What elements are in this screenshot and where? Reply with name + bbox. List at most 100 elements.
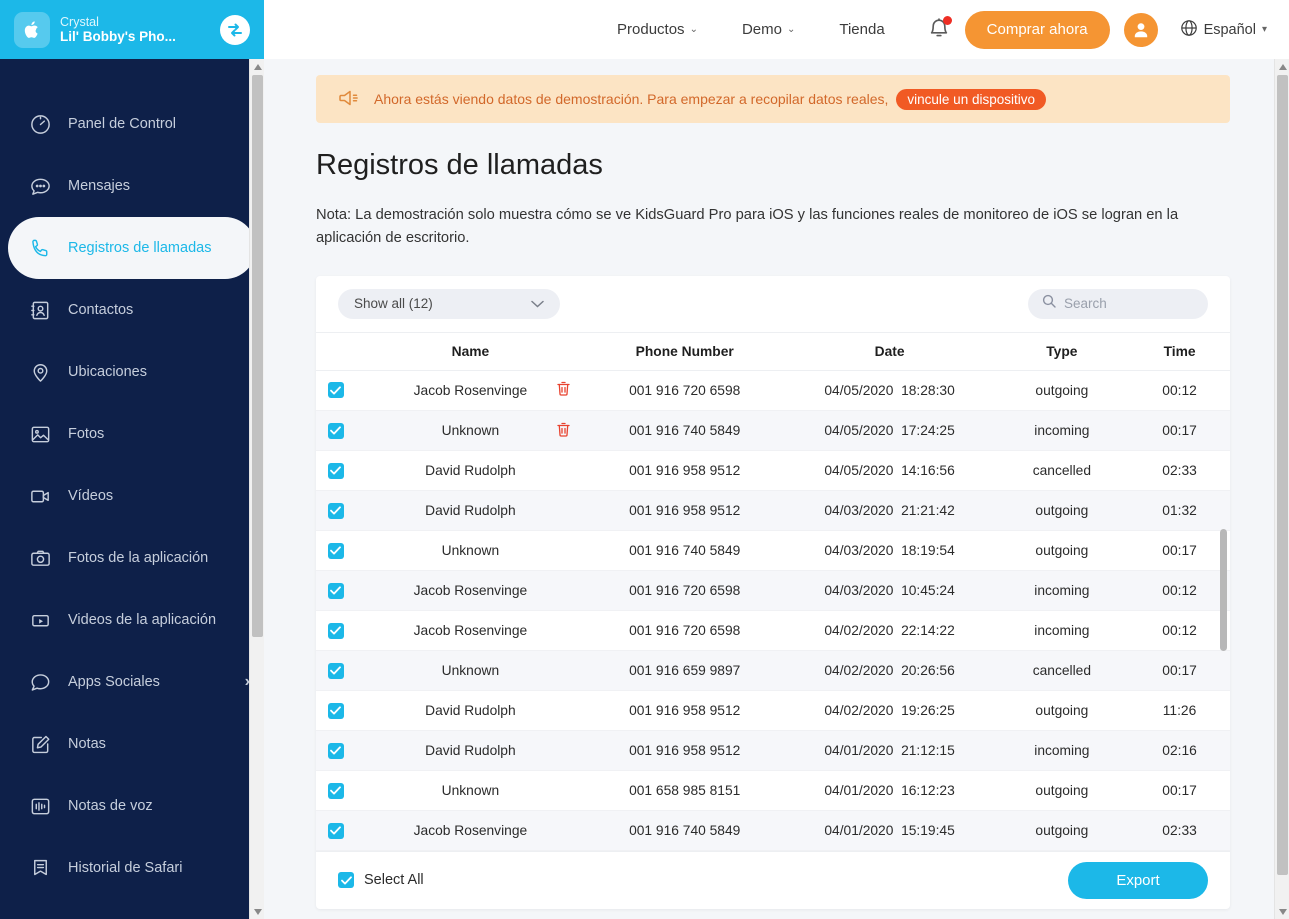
- row-checkbox-cell[interactable]: [316, 571, 356, 611]
- row-checkbox-cell[interactable]: [316, 531, 356, 571]
- row-checkbox[interactable]: [327, 422, 344, 439]
- table-body-scroll[interactable]: Jacob Rosenvinge 001 916 720 6598 04/05/20…: [316, 371, 1230, 851]
- language-selector[interactable]: Español ▾: [1180, 19, 1267, 41]
- row-date: 04/01/2020: [824, 783, 894, 799]
- sidebar-item-label: Registros de llamadas: [68, 239, 212, 256]
- row-checkbox[interactable]: [327, 582, 344, 599]
- table-row[interactable]: Unknown 001 916 659 9897 04/02/2020 20:26:…: [316, 650, 1230, 691]
- sidebar-item-notas[interactable]: Notas: [0, 713, 264, 775]
- th-phone: Phone Number: [584, 331, 785, 371]
- cell-name: Unknown: [356, 531, 585, 571]
- scroll-up-arrow-icon[interactable]: [250, 59, 265, 74]
- select-all-control[interactable]: Select All: [338, 872, 424, 889]
- sidebar-item-label: Fotos de la aplicación: [68, 549, 209, 566]
- table-row[interactable]: Jacob Rosenvinge 001 916 720 6598 04/02/20…: [316, 611, 1230, 651]
- sidebar-item-ubicaciones[interactable]: Ubicaciones: [0, 341, 264, 403]
- cell-duration: 01:32: [1162, 503, 1197, 519]
- row-date: 04/01/2020: [824, 823, 894, 839]
- sidebar-item-mensajes[interactable]: Mensajes: [0, 155, 264, 217]
- table-row[interactable]: Unknown 001 916 740 5849 04/03/2020 18:19:…: [316, 531, 1230, 571]
- delete-row-icon[interactable]: [556, 381, 571, 400]
- row-checkbox[interactable]: [327, 502, 344, 519]
- row-checkbox-cell[interactable]: [316, 691, 356, 731]
- search-input[interactable]: [1064, 296, 1194, 312]
- select-all-label: Select All: [364, 872, 424, 889]
- row-checkbox-cell[interactable]: [316, 411, 356, 451]
- export-button[interactable]: Export: [1068, 861, 1208, 899]
- sidebar-item-historial-de-safari[interactable]: Historial de Safari: [0, 837, 264, 899]
- row-checkbox-cell[interactable]: [316, 771, 356, 811]
- sidebar-scrollbar[interactable]: [249, 59, 264, 919]
- scroll-down-arrow-icon[interactable]: [1275, 904, 1289, 919]
- row-checkbox[interactable]: [327, 542, 344, 559]
- row-checkbox-cell[interactable]: [316, 651, 356, 691]
- table-row[interactable]: Unknown 001 658 985 8151 04/01/2020 16:12:…: [316, 771, 1230, 811]
- table-row[interactable]: David Rudolph 001 916 958 9512 04/02/2020 …: [316, 691, 1230, 731]
- sidebar-item-notas-de-voz[interactable]: Notas de voz: [0, 775, 264, 837]
- row-name: Unknown: [441, 783, 500, 799]
- row-name: Unknown: [441, 663, 500, 679]
- sidebar-item-panel-de-control[interactable]: Panel de Control: [0, 93, 264, 155]
- swap-device-icon[interactable]: [220, 14, 250, 45]
- nav-item-productos[interactable]: Productos ⌄: [595, 21, 720, 38]
- sidebar-item-registros-de-llamadas[interactable]: Registros de llamadas: [8, 217, 256, 279]
- row-checkbox-cell[interactable]: [316, 731, 356, 771]
- row-checkbox[interactable]: [327, 462, 344, 479]
- user-avatar-icon[interactable]: [1123, 12, 1158, 47]
- page-title: Registros de llamadas: [316, 149, 603, 181]
- row-checkbox[interactable]: [327, 662, 344, 679]
- sidebar-item-apps-sociales[interactable]: Apps Sociales ›: [0, 651, 264, 713]
- page-scrollbar[interactable]: [1274, 59, 1289, 919]
- row-checkbox[interactable]: [327, 822, 344, 839]
- table-scrollbar-thumb[interactable]: [1220, 528, 1227, 651]
- select-all-checkbox[interactable]: [338, 872, 354, 889]
- row-name: Jacob Rosenvinge: [413, 583, 528, 599]
- row-name: Unknown: [441, 543, 500, 559]
- row-checkbox[interactable]: [327, 702, 344, 719]
- row-checkbox-cell[interactable]: [316, 811, 356, 851]
- sidebar-item-contactos[interactable]: Contactos: [0, 279, 264, 341]
- page-scrollbar-thumb[interactable]: [1277, 75, 1288, 875]
- sidebar-item-label: Panel de Control: [68, 115, 177, 132]
- cell-name: David Rudolph: [356, 491, 585, 531]
- table-row[interactable]: David Rudolph 001 916 958 9512 04/03/2020 …: [316, 490, 1230, 531]
- table-row[interactable]: Jacob Rosenvinge 001 916 720 6598 04/03/20…: [316, 570, 1230, 611]
- call-logs-table: Jacob Rosenvinge 001 916 720 6598 04/05/20…: [316, 371, 1230, 851]
- messages-icon: [28, 174, 52, 198]
- table-row[interactable]: David Rudolph 001 916 958 9512 04/05/2020 …: [316, 451, 1230, 491]
- nav-item-tienda[interactable]: Tienda: [817, 21, 906, 38]
- scroll-up-arrow-icon[interactable]: [1275, 59, 1289, 74]
- notification-bell-icon[interactable]: [927, 15, 952, 43]
- table-scrollbar[interactable]: [1220, 371, 1227, 851]
- delete-row-icon[interactable]: [556, 421, 571, 440]
- row-checkbox-cell[interactable]: [316, 371, 356, 411]
- table-row[interactable]: Jacob Rosenvinge 001 916 740 5849 04/01/20…: [316, 810, 1230, 851]
- row-checkbox[interactable]: [327, 382, 344, 399]
- filter-select[interactable]: Show all (12): [338, 288, 560, 319]
- nav-item-demo[interactable]: Demo ⌄: [720, 21, 817, 38]
- row-checkbox-cell[interactable]: [316, 611, 356, 651]
- search-box[interactable]: [1028, 288, 1208, 319]
- cell-duration: 00:17: [1162, 543, 1197, 559]
- row-name: Jacob Rosenvinge: [413, 382, 528, 398]
- link-device-button[interactable]: vincule un dispositivo: [896, 88, 1046, 110]
- row-checkbox[interactable]: [327, 622, 344, 639]
- buy-now-button[interactable]: Comprar ahora: [964, 10, 1110, 49]
- row-checkbox-cell[interactable]: [316, 491, 356, 531]
- sidebar-device-header[interactable]: Crystal Lil' Bobby's Pho...: [0, 0, 264, 59]
- scroll-down-arrow-icon[interactable]: [250, 904, 265, 919]
- sidebar-item-fotos-de-la-aplicaci-n[interactable]: Fotos de la aplicación: [0, 527, 264, 589]
- sidebar-item-v-deos[interactable]: Vídeos: [0, 465, 264, 527]
- row-checkbox[interactable]: [327, 782, 344, 799]
- row-checkbox[interactable]: [327, 742, 344, 759]
- page-content: Ahora estás viendo datos de demostración…: [264, 59, 1274, 919]
- sidebar-item-fotos[interactable]: Fotos: [0, 403, 264, 465]
- sidebar-item-videos-de-la-aplicaci-n[interactable]: Videos de la aplicación: [0, 589, 264, 651]
- table-row[interactable]: Unknown 001 916 740 5849 04/05/2020 17:24:…: [316, 410, 1230, 451]
- table-row[interactable]: David Rudolph 001 916 958 9512 04/01/2020 …: [316, 730, 1230, 771]
- chat-bubble-icon: [28, 670, 52, 694]
- table-row[interactable]: Jacob Rosenvinge 001 916 720 6598 04/05/20…: [316, 371, 1230, 411]
- th-date: Date: [784, 331, 995, 371]
- sidebar-scrollbar-thumb[interactable]: [252, 75, 263, 637]
- row-checkbox-cell[interactable]: [316, 451, 356, 491]
